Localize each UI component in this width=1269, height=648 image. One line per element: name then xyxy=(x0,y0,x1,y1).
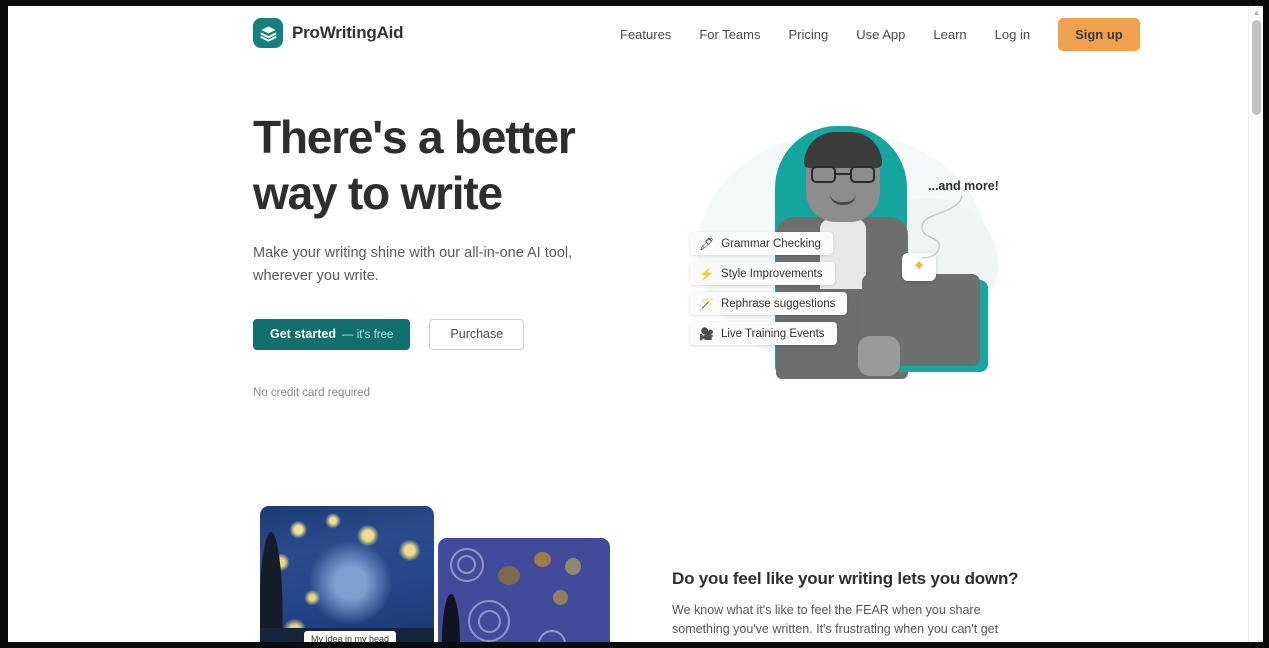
starry-night-caption: My idea in my head xyxy=(304,631,397,642)
page-scrollbar[interactable]: ▲ xyxy=(1248,6,1263,642)
lower-section-copy: Do you feel like your writing lets you d… xyxy=(672,569,1022,642)
hero-title-line-2: way to write xyxy=(253,167,503,219)
browser-frame: ProWritingAid Features For Teams Pricing… xyxy=(8,6,1263,642)
scrollbar-thumb[interactable] xyxy=(1252,20,1261,115)
nav-item-use-app[interactable]: Use App xyxy=(842,6,919,63)
sign-up-button[interactable]: Sign up xyxy=(1058,18,1140,51)
get-started-free-note: — it's free xyxy=(342,329,394,341)
spiral-shape xyxy=(478,610,501,633)
page-viewport: ProWritingAid Features For Teams Pricing… xyxy=(8,6,1255,642)
get-started-label: Get started xyxy=(270,327,336,341)
feature-chip[interactable]: 🖋 Grammar Checking xyxy=(690,232,833,255)
quill-pen-icon: 🖋 xyxy=(699,236,715,251)
flat-cypress-tree xyxy=(442,594,460,642)
lower-section-body: We know what it's like to feel the FEAR … xyxy=(672,603,999,642)
lower-section-title: Do you feel like your writing lets you d… xyxy=(672,569,1019,588)
stacked-pages-icon xyxy=(253,18,283,48)
nav-item-learn[interactable]: Learn xyxy=(919,6,980,63)
hero-copy: There's a better way to write Make your … xyxy=(253,109,613,399)
and-more-callout: ...and more! xyxy=(928,179,999,193)
starry-night-image: My idea in my head xyxy=(260,506,434,642)
spiral-shape xyxy=(538,630,566,642)
purchase-button[interactable]: Purchase xyxy=(429,319,525,350)
color-blotch xyxy=(553,590,568,605)
color-blotch xyxy=(565,558,581,575)
site-header: ProWritingAid Features For Teams Pricing… xyxy=(8,6,1255,63)
nav-item-log-in[interactable]: Log in xyxy=(981,6,1044,63)
curly-connector-line xyxy=(921,195,963,259)
flat-rendition-image xyxy=(438,538,610,642)
nav-item-pricing[interactable]: Pricing xyxy=(774,6,842,63)
feature-chip-label: Rephrase suggestions xyxy=(720,297,836,310)
brand-logo[interactable]: ProWritingAid xyxy=(253,18,404,48)
glasses-bridge xyxy=(836,173,850,176)
hero-illustration: ✦ ...and more! 🖋 Grammar Checking ⚡ Styl… xyxy=(680,114,1020,394)
feature-chip[interactable]: 🎥 Live Training Events xyxy=(690,322,837,345)
page-title: There's a better way to write xyxy=(253,109,613,221)
glasses-icon xyxy=(811,166,875,183)
nav-item-features[interactable]: Features xyxy=(606,6,685,63)
brand-name: ProWritingAid xyxy=(292,23,404,42)
hero-title-line-1: There's a better xyxy=(253,111,576,163)
feature-chip[interactable]: 🪄 Rephrase suggestions xyxy=(690,292,848,315)
movie-camera-icon: 🎥 xyxy=(699,326,714,341)
main-nav: Features For Teams Pricing Use App Learn… xyxy=(606,6,1140,63)
spiral-shape xyxy=(457,555,476,574)
glasses-lens-left xyxy=(811,166,836,183)
feature-chip-label: Grammar Checking xyxy=(721,237,821,250)
feature-chip-label: Style Improvements xyxy=(720,267,823,280)
magic-wand-icon: 🪄 xyxy=(699,296,714,311)
feature-chip[interactable]: ⚡ Style Improvements xyxy=(690,262,835,285)
no-credit-card-note: No credit card required xyxy=(253,387,370,399)
feature-chip-label: Live Training Events xyxy=(720,327,825,340)
feature-chip-list: 🖋 Grammar Checking ⚡ Style Improvements … xyxy=(690,232,848,352)
nav-item-for-teams[interactable]: For Teams xyxy=(685,6,774,63)
lightning-bolt-icon: ⚡ xyxy=(699,266,714,281)
person-hand xyxy=(858,336,900,376)
hero-cta-row: Get started — it's free Purchase xyxy=(253,319,613,350)
color-blotch xyxy=(534,552,551,567)
cypress-tree xyxy=(260,532,283,642)
get-started-button[interactable]: Get started — it's free xyxy=(253,319,411,350)
hero-subtitle: Make your writing shine with our all-in-… xyxy=(253,245,573,284)
color-blotch xyxy=(498,566,520,585)
scroll-up-arrow-icon[interactable]: ▲ xyxy=(1252,8,1261,17)
glasses-lens-right xyxy=(850,166,875,183)
